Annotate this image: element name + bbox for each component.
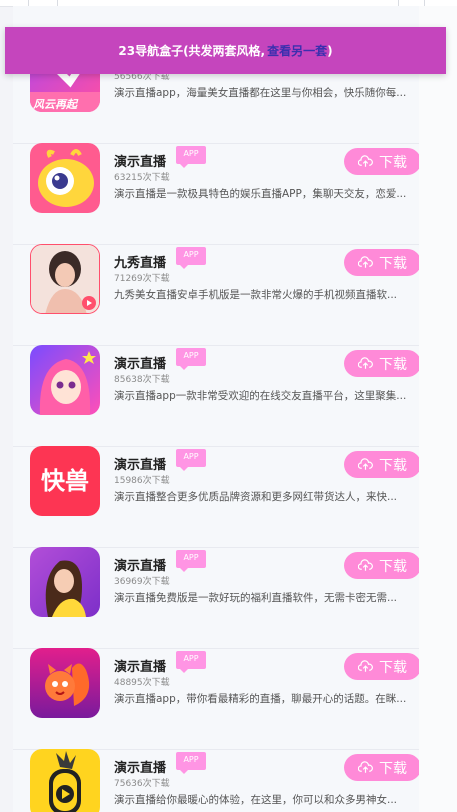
download-button[interactable]: 下载	[344, 148, 419, 175]
app-downloads: 36969次下载	[114, 577, 170, 587]
cloud-upload-icon	[358, 357, 373, 369]
app-downloads: 63215次下载	[114, 173, 170, 183]
app-name[interactable]: 演示直播	[114, 454, 166, 473]
download-button[interactable]: 下载	[344, 350, 419, 377]
app-description: 演示直播app，海量美女直播都在这里与你相会，快乐随你每...	[114, 87, 407, 99]
download-label: 下载	[379, 558, 407, 575]
app-item[interactable]: 演示直播 APP 63215次下载 演示直播是一款极具特色的娱乐直播APP，集聊…	[13, 143, 419, 245]
app-item[interactable]: 九秀直播 APP 71269次下载 九秀美女直播安卓手机版是一款非常火爆的手机视…	[13, 244, 419, 346]
app-icon-purple-girl	[30, 547, 100, 617]
app-description: 演示直播免费版是一款好玩的福利直播软件，无需卡密无需...	[114, 592, 398, 604]
app-icon-text: 快兽	[41, 467, 89, 495]
app-description: 演示直播给你最暖心的体验，在这里，你可以和众多男神女...	[114, 794, 398, 806]
app-description: 九秀美女直播安卓手机版是一款非常火爆的手机视频直播软...	[114, 289, 398, 301]
cloud-upload-icon	[358, 660, 373, 672]
cloud-upload-icon	[358, 256, 373, 268]
app-icon-pineapple	[30, 749, 100, 812]
app-downloads: 75636次下载	[114, 779, 170, 789]
download-label: 下载	[379, 760, 407, 777]
app-downloads: 85638次下载	[114, 375, 170, 385]
app-name[interactable]: 演示直播	[114, 757, 166, 776]
app-description: 演示直播app，带你看最精彩的直播，聊最开心的话题。在眯...	[114, 693, 407, 705]
app-downloads: 48895次下载	[114, 678, 170, 688]
app-icon-jiuxiu	[30, 244, 100, 314]
app-badge: APP	[176, 752, 206, 774]
banner-close-paren: )	[327, 43, 333, 58]
app-badge: APP	[176, 550, 206, 572]
app-description: 演示直播整合更多优质品牌资源和更多网红带货达人，来快...	[114, 491, 398, 503]
app-list: 风云再起 56566次下载 演示直播app，海量美女直播都在这里与你相会，快乐随…	[13, 6, 419, 812]
cloud-upload-icon	[358, 559, 373, 571]
app-name[interactable]: 演示直播	[114, 656, 166, 675]
banner-text: 23导航盒子(共发两套风格,	[118, 44, 266, 58]
app-badge: APP	[176, 651, 206, 673]
banner-alt-style-link[interactable]: 查看另一套	[267, 42, 327, 59]
top-banner: 23导航盒子(共发两套风格, 查看另一套 )	[5, 27, 446, 74]
app-badge: APP	[176, 348, 206, 370]
app-item[interactable]: 快兽 演示直播 APP 15986次下载 演示直播整合更多优质品牌资源和更多网红…	[13, 446, 419, 548]
cloud-upload-icon	[358, 458, 373, 470]
download-button[interactable]: 下载	[344, 451, 419, 478]
app-description: 演示直播是一款极具特色的娱乐直播APP，集聊天交友，恋爱...	[114, 188, 407, 200]
app-downloads: 15986次下载	[114, 476, 170, 486]
cloud-upload-icon	[358, 155, 373, 167]
app-icon-kuaishou: 快兽	[30, 446, 100, 516]
download-label: 下载	[379, 659, 407, 676]
app-icon-yanshi-eye	[30, 143, 100, 213]
app-badge: APP	[176, 146, 206, 168]
app-item[interactable]: 演示直播 APP 36969次下载 演示直播免费版是一款好玩的福利直播软件，无需…	[13, 547, 419, 649]
app-downloads: 71269次下载	[114, 274, 170, 284]
app-item[interactable]: 演示直播 APP 75636次下载 演示直播给你最暖心的体验，在这里，你可以和众…	[13, 749, 419, 812]
cloud-upload-icon	[358, 761, 373, 773]
download-button[interactable]: 下载	[344, 653, 419, 680]
app-name[interactable]: 九秀直播	[114, 252, 166, 271]
right-gutter	[419, 6, 457, 812]
app-badge: APP	[176, 449, 206, 471]
app-icon-anime-girl	[30, 345, 100, 415]
app-badge: APP	[176, 247, 206, 269]
app-icon-squirrel	[30, 648, 100, 718]
app-name[interactable]: 演示直播	[114, 555, 166, 574]
app-item[interactable]: 演示直播 APP 85638次下载 演示直播app一款非常受欢迎的在线交友直播平…	[13, 345, 419, 447]
app-item[interactable]: 演示直播 APP 48895次下载 演示直播app，带你看最精彩的直播，聊最开心…	[13, 648, 419, 750]
app-name[interactable]: 演示直播	[114, 151, 166, 170]
download-label: 下载	[379, 154, 407, 171]
download-button[interactable]: 下载	[344, 754, 419, 781]
app-description: 演示直播app一款非常受欢迎的在线交友直播平台，这里聚集...	[114, 390, 407, 402]
download-button[interactable]: 下载	[344, 249, 419, 276]
download-button[interactable]: 下载	[344, 552, 419, 579]
download-label: 下载	[379, 255, 407, 272]
download-label: 下载	[379, 356, 407, 373]
app-icon-text: 风云再起	[33, 98, 77, 111]
download-label: 下载	[379, 457, 407, 474]
app-name[interactable]: 演示直播	[114, 353, 166, 372]
